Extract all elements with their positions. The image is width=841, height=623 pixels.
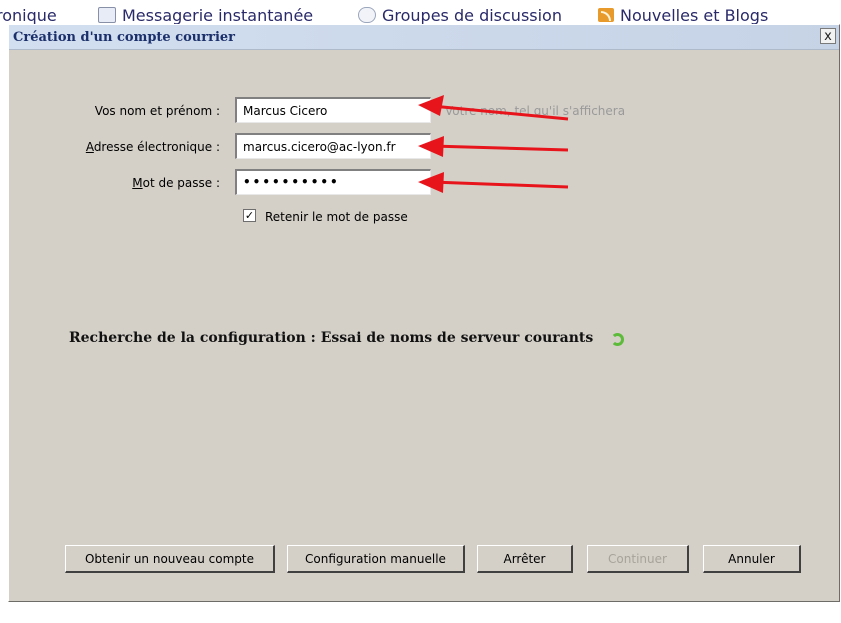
bg-tab-news-blogs-label: Nouvelles et Blogs [620, 5, 769, 25]
create-mail-account-dialog: Création d'un compte courrier x Vos nom … [8, 24, 840, 602]
remember-password-label[interactable]: Retenir le mot de passe [265, 210, 408, 224]
email-field[interactable]: marcus.cicero@ac-lyon.fr [235, 133, 431, 159]
bg-tab-instant-messaging-label: Messagerie instantanée [122, 5, 314, 25]
loading-spinner-icon [611, 333, 624, 346]
email-label-text: dresse électronique : [93, 140, 220, 154]
bg-tab-instant-messaging[interactable]: Messagerie instantanée [98, 4, 313, 26]
stop-button[interactable]: Arrêter [477, 545, 573, 573]
password-field[interactable]: •••••••••• [235, 169, 431, 195]
newsgroup-icon [358, 7, 376, 23]
email-label: Adresse électronique : [9, 140, 220, 154]
configuration-status: Recherche de la configuration : Essai de… [69, 330, 594, 346]
bg-tab-news-blogs[interactable]: Nouvelles et Blogs [598, 4, 768, 26]
bg-tab-newsgroups-label: Groupes de discussion [382, 5, 562, 25]
close-button[interactable]: x [820, 28, 836, 44]
bg-tab-mail-label: ronique [0, 5, 57, 25]
dialog-title: Création d'un compte courrier [13, 29, 236, 45]
name-field[interactable]: Marcus Cicero [235, 97, 431, 123]
bg-tab-mail[interactable]: ronique [0, 4, 57, 26]
get-new-account-button[interactable]: Obtenir un nouveau compte [65, 545, 275, 573]
rss-icon [598, 8, 614, 22]
chat-icon [98, 7, 116, 23]
bg-tab-newsgroups[interactable]: Groupes de discussion [358, 4, 562, 26]
continue-button: Continuer [587, 545, 689, 573]
cancel-button[interactable]: Annuler [703, 545, 801, 573]
password-label-text: ot de passe : [142, 176, 220, 190]
password-label: Mot de passe : [9, 176, 220, 190]
name-hint: Votre nom, tel qu'il s'affichera [445, 104, 626, 118]
password-label-mnemonic: M [132, 176, 143, 190]
name-label: Vos nom et prénom : [94, 104, 220, 118]
dialog-titlebar[interactable]: Création d'un compte courrier x [9, 25, 839, 50]
remember-password-checkbox[interactable]: ✓ [243, 209, 256, 222]
email-label-mnemonic: A [85, 140, 94, 154]
close-icon: x [824, 29, 832, 44]
check-mark-icon: ✓ [244, 209, 255, 222]
manual-configuration-button[interactable]: Configuration manuelle [287, 545, 465, 573]
